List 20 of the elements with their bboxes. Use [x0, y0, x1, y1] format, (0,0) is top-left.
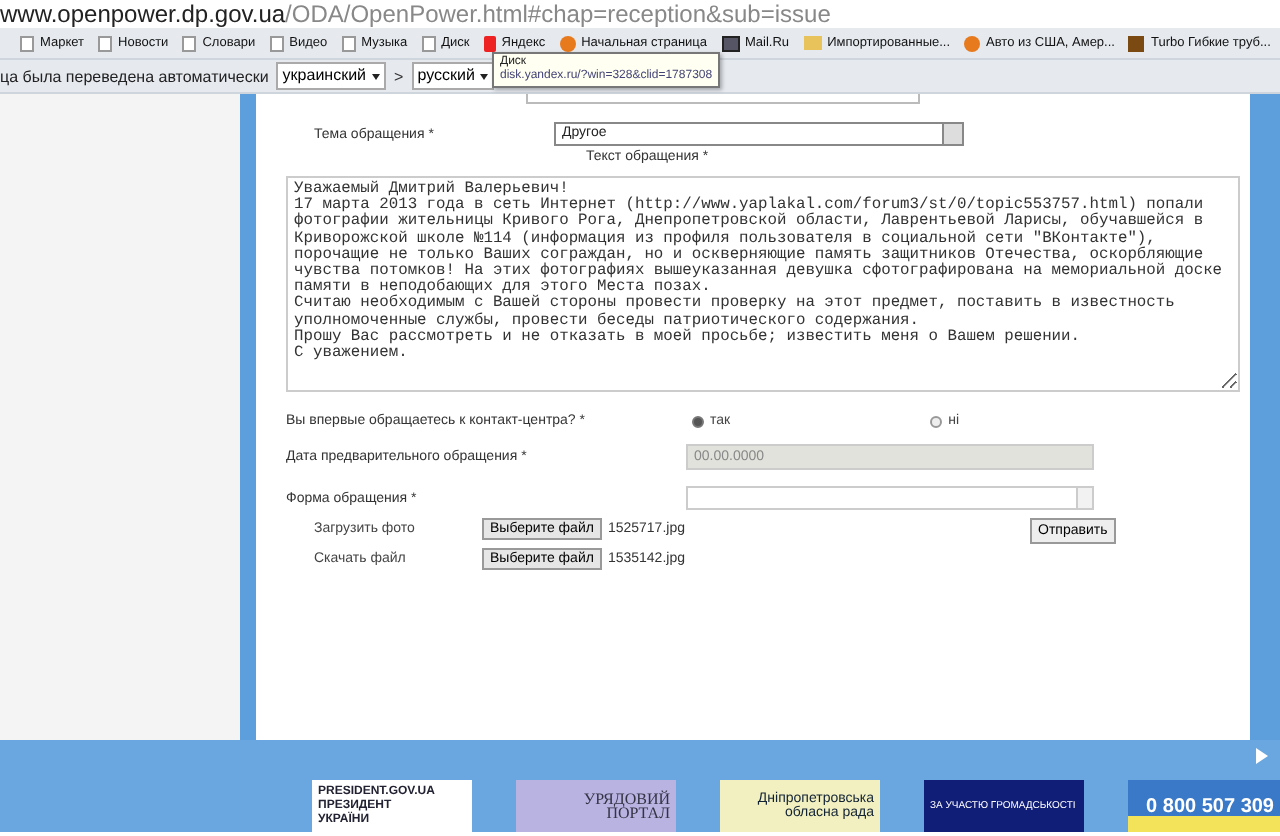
banner-text: 0 800 507 309 — [1146, 799, 1274, 813]
page-icon — [98, 35, 113, 51]
page-icon — [269, 35, 284, 51]
language-dropdown[interactable]: украинский — [276, 62, 387, 90]
translate-message: ца была переведена автоматически — [0, 67, 269, 85]
separator-arrow: > — [394, 67, 404, 85]
banner[interactable]: УРЯДОВИЙ ПОРТАЛ — [516, 780, 676, 832]
page-icon — [421, 35, 436, 51]
input-field[interactable] — [526, 94, 920, 104]
page-icon — [182, 35, 197, 51]
caret-icon — [372, 73, 381, 79]
banner-text: ПОРТАЛ — [606, 806, 670, 820]
banner[interactable]: 0 800 507 309 — [1128, 780, 1280, 832]
play-icon[interactable] — [1256, 748, 1268, 764]
language-dropdown[interactable]: русский — [411, 62, 495, 90]
banner-text: УРЯДОВИЙ — [583, 792, 670, 806]
form-dropdown[interactable] — [686, 486, 1094, 510]
page-icon — [341, 35, 356, 51]
page-icon — [20, 35, 34, 51]
folder-icon — [803, 36, 822, 50]
